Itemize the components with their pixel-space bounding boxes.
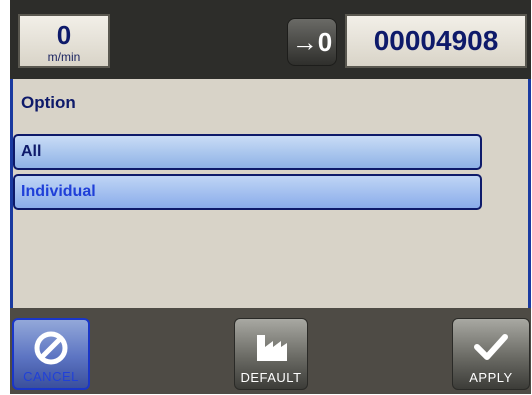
cancel-button[interactable]: CANCEL	[12, 318, 90, 390]
speed-display: 0 m/min	[18, 14, 110, 68]
reset-counter-icon: →0	[291, 26, 333, 57]
footer-bar: CANCEL DEFAULT APPLY	[10, 308, 531, 394]
speed-unit: m/min	[47, 50, 81, 64]
cancel-label: CANCEL	[23, 369, 79, 384]
option-panel: Option All Individual	[10, 79, 531, 308]
apply-button[interactable]: APPLY	[452, 318, 530, 390]
machine-screen: 0 m/min →0 00004908 Option All Individua…	[10, 0, 531, 394]
option-individual-label: Individual	[21, 183, 96, 200]
no-entry-icon	[14, 328, 88, 368]
reset-counter-button[interactable]: →0	[287, 18, 337, 66]
header-bar: 0 m/min →0 00004908	[10, 0, 531, 79]
factory-icon	[235, 327, 307, 367]
counter-value: 00004908	[373, 25, 499, 56]
counter-display: 00004908	[345, 14, 527, 68]
speed-value: 0	[56, 20, 72, 50]
option-individual-button[interactable]: Individual	[13, 174, 482, 210]
option-all-label: All	[21, 143, 42, 160]
option-all-button[interactable]: All	[13, 134, 482, 170]
apply-label: APPLY	[469, 370, 513, 385]
default-label: DEFAULT	[240, 370, 302, 385]
default-button[interactable]: DEFAULT	[234, 318, 308, 390]
checkmark-icon	[453, 327, 529, 367]
page-title: Option	[21, 93, 76, 112]
